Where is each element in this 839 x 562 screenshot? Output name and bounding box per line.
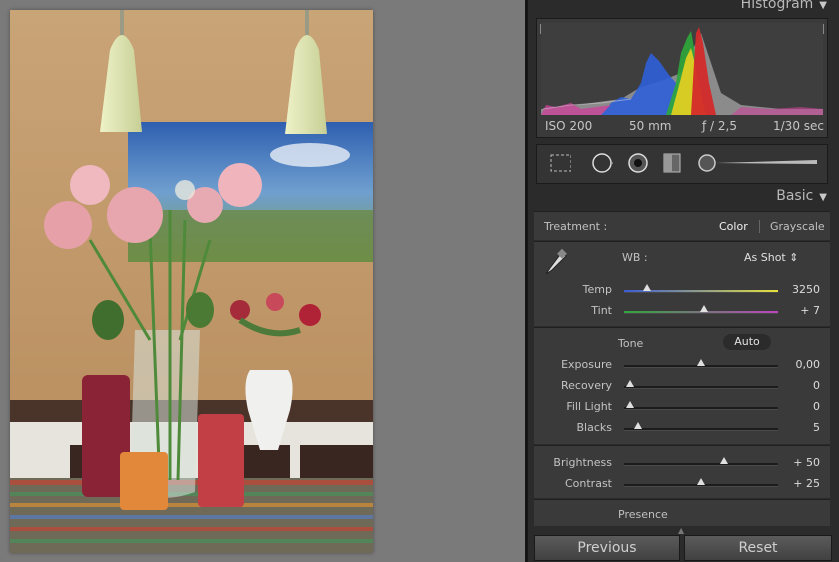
brightness-contrast-group: Brightness + 50 Contrast + 25 — [534, 445, 830, 498]
focal-length-readout: 50 mm — [629, 119, 672, 133]
tone-slider[interactable] — [624, 380, 778, 389]
tool-strip — [536, 144, 828, 184]
iso-readout: ISO 200 — [545, 119, 593, 133]
shutter-readout: 1/30 sec — [773, 119, 824, 133]
collapse-triangle-icon: ▼ — [819, 0, 827, 11]
tone-slider-value[interactable]: 0 — [776, 379, 820, 392]
previous-button[interactable]: Previous — [534, 535, 680, 561]
right-panel: Histogram ▼ ▲ ▲ ISO 200 50 mm ƒ / 2,5 1/3… — [525, 0, 839, 562]
reset-button[interactable]: Reset — [684, 535, 832, 561]
wb-label: WB : — [622, 251, 648, 264]
brightness-label: Brightness — [553, 456, 612, 469]
tone-slider-thumb[interactable] — [626, 401, 635, 408]
tone-slider-thumb[interactable] — [697, 359, 705, 366]
tone-slider[interactable] — [624, 422, 778, 431]
contrast-slider[interactable] — [624, 478, 778, 487]
adjustment-brush-slider[interactable] — [697, 153, 819, 173]
brightness-value[interactable]: + 50 — [776, 456, 820, 469]
tone-slider-thumb[interactable] — [633, 422, 642, 429]
brightness-slider[interactable] — [624, 457, 778, 466]
tone-slider-label: Exposure — [561, 358, 612, 371]
spot-removal-icon[interactable] — [591, 153, 613, 173]
histogram-title: Histogram — [740, 0, 814, 12]
temp-label: Temp — [582, 283, 612, 296]
tone-slider-value[interactable]: 0,00 — [776, 358, 821, 371]
tint-slider[interactable] — [624, 305, 778, 314]
tone-group: Tone Auto Exposure 0,00 Recovery 0 Fill Ligh… — [534, 327, 830, 444]
photo-canvas[interactable] — [0, 0, 525, 562]
histogram-panel: ▲ ▲ ISO 200 50 mm ƒ / 2,5 1/30 sec — [536, 18, 828, 138]
eyedropper-icon[interactable] — [542, 248, 568, 278]
temp-value[interactable]: 3250 — [776, 283, 820, 296]
tone-slider-label: Fill Light — [566, 400, 612, 413]
wb-select[interactable]: As Shot ⇕ — [744, 251, 798, 264]
treatment-label: Treatment : — [544, 220, 608, 233]
photo-preview[interactable] — [10, 10, 373, 553]
tint-label: Tint — [591, 304, 612, 317]
tone-slider-label: Blacks — [576, 421, 613, 434]
tone-slider-thumb[interactable] — [626, 380, 635, 387]
tint-slider-thumb[interactable] — [700, 305, 709, 312]
presence-label: Presence — [618, 508, 668, 521]
basic-title: Basic — [776, 188, 814, 204]
tint-value[interactable]: + 7 — [776, 304, 820, 317]
tone-label: Tone — [618, 337, 644, 350]
basic-header[interactable]: Basic ▼ — [776, 188, 827, 204]
auto-tone-button[interactable]: Auto — [723, 334, 771, 350]
contrast-label: Contrast — [564, 477, 612, 490]
histogram-graph — [541, 23, 823, 115]
graduated-filter-icon[interactable] — [661, 153, 683, 173]
presence-group: Presence — [534, 499, 830, 526]
contrast-slider-thumb[interactable] — [697, 478, 705, 485]
treatment-color-option[interactable]: Color — [719, 220, 748, 233]
divider — [759, 220, 760, 233]
contrast-value[interactable]: + 25 — [776, 477, 820, 490]
tone-slider-value[interactable]: 0 — [776, 400, 820, 413]
collapse-triangle-icon: ▼ — [819, 192, 827, 203]
exif-readout: ISO 200 50 mm ƒ / 2,5 1/30 sec — [537, 119, 827, 135]
histogram-header[interactable]: Histogram ▼ — [741, 0, 827, 12]
brightness-slider-thumb[interactable] — [720, 457, 729, 464]
red-eye-icon[interactable] — [627, 153, 649, 173]
aperture-readout: ƒ / 2,5 — [702, 119, 737, 133]
tone-slider[interactable] — [624, 401, 778, 410]
crop-overlay-icon[interactable] — [549, 153, 571, 173]
tone-slider-label: Recovery — [560, 379, 612, 392]
white-balance-group: WB : As Shot ⇕ Temp 3250 Tint + 7 — [534, 241, 830, 326]
tone-slider[interactable] — [624, 359, 778, 368]
temp-slider-thumb[interactable] — [643, 284, 652, 291]
temp-slider[interactable] — [624, 284, 778, 293]
tone-slider-value[interactable]: 5 — [776, 421, 820, 434]
treatment-row: Treatment : Color Grayscale — [534, 211, 830, 240]
photo-image — [10, 10, 373, 553]
panel-end-marker-icon: ▲ — [678, 526, 685, 535]
treatment-grayscale-option[interactable]: Grayscale — [770, 220, 825, 233]
